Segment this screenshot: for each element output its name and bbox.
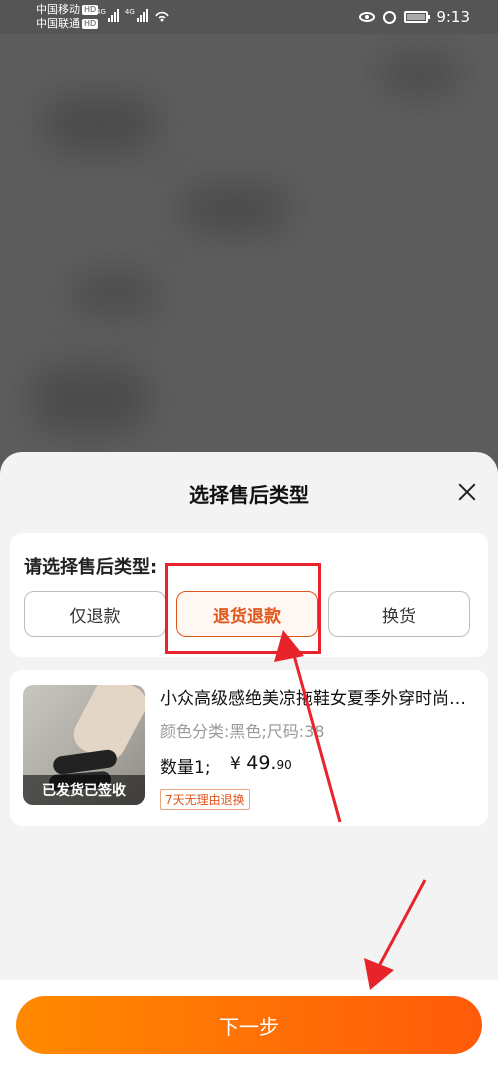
product-image: 已发货已签收 [23,685,145,805]
price-integer: 49. [246,752,277,774]
after-sale-type-card: 请选择售后类型: 仅退款 退货退款 换货 [10,533,488,657]
signal-group: 4G 4G [96,8,170,22]
product-spec: 颜色分类:黑色;尺码:38 [160,722,325,741]
exchange-button[interactable]: 换货 [328,591,470,637]
carrier-2: 中国联通 HD [36,17,99,30]
network-type-1: 4G [96,8,106,16]
background-page [0,34,498,454]
annotation-highlight-box [165,563,321,654]
refund-only-button[interactable]: 仅退款 [24,591,166,637]
after-sale-sheet: 选择售后类型 请选择售后类型: 仅退款 退货退款 换货 已发货已签收 小众高级感… [0,452,498,1080]
price-decimal: 90 [276,758,292,772]
alarm-icon [383,10,397,24]
product-card[interactable]: 已发货已签收 小众高级感绝美凉拖鞋女夏季外穿时尚百搭 颜色分类:黑色;尺码:38… [10,670,488,826]
signal-icon: 4G [96,8,119,22]
eye-icon [359,12,376,22]
shipping-status-badge: 已发货已签收 [23,775,145,805]
price-symbol: ¥ [230,754,241,774]
signal-icon: 4G [125,8,148,22]
product-name: 小众高级感绝美凉拖鞋女夏季外穿时尚百搭 [160,689,478,709]
type-label: 请选择售后类型: [24,557,158,578]
status-bar: 中国移动 HD 中国联通 HD 4G 4G 9:13 [0,0,498,34]
status-right: 9:13 [359,8,470,26]
return-policy-tag: 7天无理由退换 [160,789,250,810]
battery-icon [404,11,431,23]
clock: 9:13 [436,8,470,26]
product-quantity: 数量1; [160,758,211,778]
next-step-button[interactable]: 下一步 [16,996,482,1054]
sheet-title: 选择售后类型 [189,483,309,507]
bottom-bar: 下一步 [0,980,498,1080]
wifi-icon [155,11,169,22]
network-type-2: 4G [124,8,135,16]
carrier-1: 中国移动 HD [36,3,99,16]
close-icon[interactable] [456,481,478,503]
carrier-2-label: 中国联通 [36,17,80,30]
carrier-1-label: 中国移动 [36,3,80,16]
product-price: ¥ 49.90 [230,752,292,774]
